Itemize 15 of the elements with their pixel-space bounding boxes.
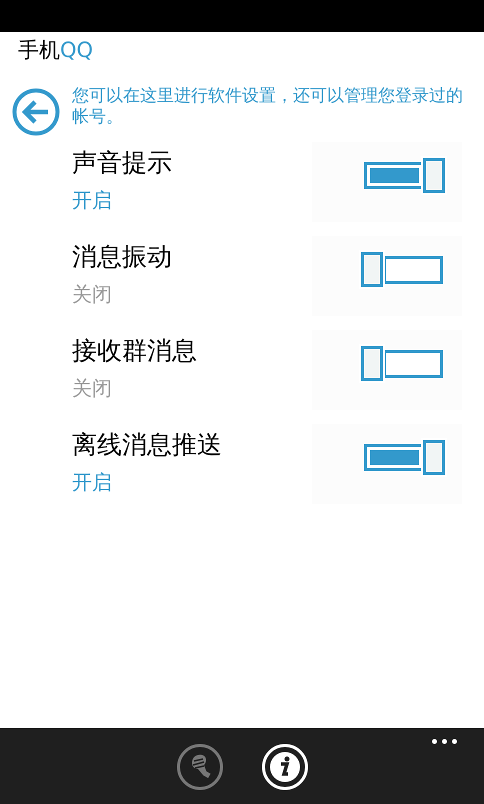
setting-label: 声音提示 — [72, 147, 172, 179]
setting-label: 消息振动 — [72, 241, 172, 273]
description-text: 您可以在这里进行软件设置，还可以管理您登录过的帐号。 — [72, 86, 464, 128]
toggle-switch[interactable] — [360, 252, 445, 287]
setting-state: 开启 — [72, 469, 112, 496]
more-icon[interactable] — [431, 738, 458, 745]
setting-label: 接收群消息 — [72, 335, 197, 367]
app-title: 手机QQ — [18, 38, 94, 62]
setting-state: 关闭 — [72, 375, 112, 402]
info-icon[interactable] — [260, 743, 308, 791]
back-icon[interactable] — [12, 88, 60, 136]
setting-state: 开启 — [72, 187, 112, 214]
toggle-switch[interactable] — [360, 346, 445, 381]
setting-label: 离线消息推送 — [72, 429, 222, 461]
setting-state: 关闭 — [72, 281, 112, 308]
